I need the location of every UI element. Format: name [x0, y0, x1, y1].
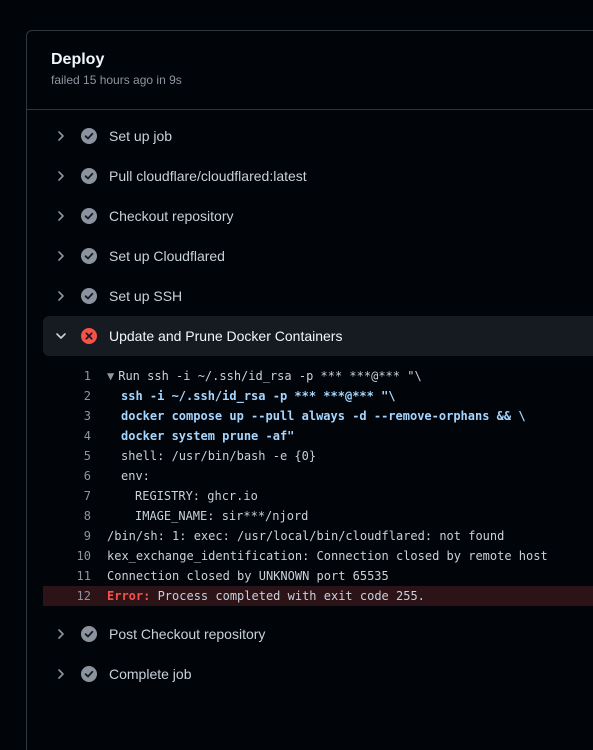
chevron-right-icon: [53, 288, 69, 304]
step-label: Set up SSH: [109, 288, 183, 304]
chevron-right-icon: [53, 666, 69, 682]
chevron-right-icon: [53, 128, 69, 144]
step-set-up-ssh[interactable]: Set up SSH: [43, 276, 593, 316]
step-label: Post Checkout repository: [109, 626, 266, 642]
log-line: 3 docker compose up --pull always -d --r…: [43, 406, 593, 426]
step-set-up-job[interactable]: Set up job: [43, 116, 593, 156]
check-circle-icon: [81, 248, 97, 264]
chevron-right-icon: [53, 248, 69, 264]
log-line: 9 /bin/sh: 1: exec: /usr/local/bin/cloud…: [43, 526, 593, 546]
log-line: 8 IMAGE_NAME: sir***/njord: [43, 506, 593, 526]
job-subtitle: failed 15 hours ago in 9s: [51, 73, 182, 87]
log-text: ssh -i ~/.ssh/id_rsa -p *** ***@*** "\: [121, 389, 396, 403]
log-line: 1 ▼ Run ssh -i ~/.ssh/id_rsa -p *** ***@*…: [43, 366, 593, 386]
job-title: Deploy: [51, 51, 105, 68]
log-line: 2 ssh -i ~/.ssh/id_rsa -p *** ***@*** "\: [43, 386, 593, 406]
job-header: Deploy failed 15 hours ago in 9s: [27, 31, 593, 110]
log-line: 6 env:: [43, 466, 593, 486]
log-text: shell: /usr/bin/bash -e {0}: [121, 449, 317, 463]
step-update-prune-docker[interactable]: Update and Prune Docker Containers: [43, 316, 593, 356]
log-line: 4 docker system prune -af": [43, 426, 593, 446]
steps-list: Set up job Pull cloudflare/cloudflared:l…: [27, 110, 593, 694]
log-line: 5 shell: /usr/bin/bash -e {0}: [43, 446, 593, 466]
check-circle-icon: [81, 168, 97, 184]
step-post-checkout-repository[interactable]: Post Checkout repository: [43, 614, 593, 654]
chevron-down-icon: [53, 328, 69, 344]
step-complete-job[interactable]: Complete job: [43, 654, 593, 694]
step-label: Complete job: [109, 666, 192, 682]
line-number[interactable]: 9: [43, 526, 91, 546]
log-line: 11 Connection closed by UNKNOWN port 655…: [43, 566, 593, 586]
log-text: docker system prune -af": [121, 429, 295, 443]
line-number[interactable]: 8: [43, 506, 91, 526]
log-text: docker compose up --pull always -d --rem…: [121, 409, 526, 423]
chevron-right-icon: [53, 626, 69, 642]
triangle-down-icon[interactable]: ▼: [107, 369, 114, 383]
log-line-error: 12 Error: Process completed with exit co…: [43, 586, 593, 606]
check-circle-icon: [81, 128, 97, 144]
line-number[interactable]: 12: [43, 586, 91, 606]
log-output: 1 ▼ Run ssh -i ~/.ssh/id_rsa -p *** ***@*…: [27, 356, 593, 614]
log-line: 7 REGISTRY: ghcr.io: [43, 486, 593, 506]
log-text: env:: [121, 469, 150, 483]
log-line: 10 kex_exchange_identification: Connecti…: [43, 546, 593, 566]
line-number[interactable]: 2: [43, 386, 91, 406]
error-label: Error:: [107, 589, 151, 603]
check-circle-icon: [81, 208, 97, 224]
chevron-right-icon: [53, 168, 69, 184]
log-text: REGISTRY: ghcr.io: [135, 489, 258, 503]
step-label: Set up job: [109, 128, 173, 144]
log-text: Process completed with exit code 255.: [150, 589, 425, 603]
x-circle-icon: [81, 328, 97, 344]
log-text: Run ssh -i ~/.ssh/id_rsa -p *** ***@*** …: [118, 369, 422, 383]
step-label: Set up Cloudflared: [109, 248, 225, 264]
step-label: Update and Prune Docker Containers: [109, 328, 343, 344]
step-checkout-repository[interactable]: Checkout repository: [43, 196, 593, 236]
line-number[interactable]: 6: [43, 466, 91, 486]
check-circle-icon: [81, 626, 97, 642]
chevron-right-icon: [53, 208, 69, 224]
step-set-up-cloudflared[interactable]: Set up Cloudflared: [43, 236, 593, 276]
line-number[interactable]: 5: [43, 446, 91, 466]
line-number[interactable]: 4: [43, 426, 91, 446]
log-text: Connection closed by UNKNOWN port 65535: [107, 569, 389, 583]
check-circle-icon: [81, 666, 97, 682]
step-label: Pull cloudflare/cloudflared:latest: [109, 168, 307, 184]
step-pull-cloudflared[interactable]: Pull cloudflare/cloudflared:latest: [43, 156, 593, 196]
check-circle-icon: [81, 288, 97, 304]
step-label: Checkout repository: [109, 208, 234, 224]
line-number[interactable]: 3: [43, 406, 91, 426]
log-text: IMAGE_NAME: sir***/njord: [135, 509, 309, 523]
line-number[interactable]: 11: [43, 566, 91, 586]
line-number[interactable]: 10: [43, 546, 91, 566]
log-text: kex_exchange_identification: Connection …: [107, 549, 548, 563]
job-panel: Deploy failed 15 hours ago in 9s Set up …: [26, 30, 593, 750]
line-number[interactable]: 7: [43, 486, 91, 506]
line-number[interactable]: 1: [43, 366, 91, 386]
log-text: /bin/sh: 1: exec: /usr/local/bin/cloudfl…: [107, 529, 505, 543]
